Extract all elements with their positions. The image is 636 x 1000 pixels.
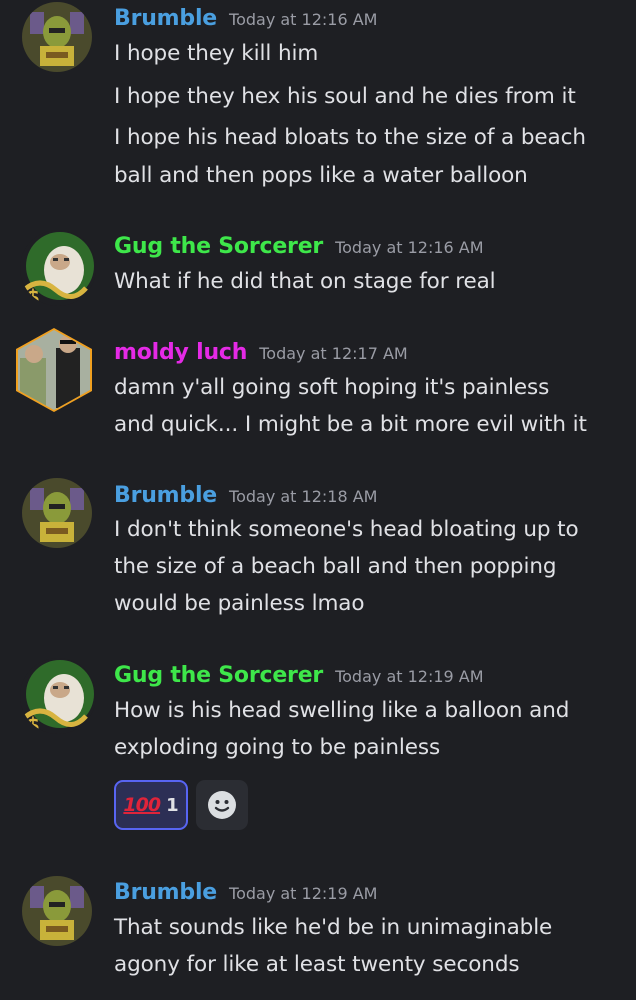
avatar-brumble[interactable]	[22, 876, 92, 946]
message-header: Gug the Sorcerer Today at 12:19 AM	[114, 663, 484, 688]
message-line: I hope they kill him	[114, 41, 319, 66]
message-header: Gug the Sorcerer Today at 12:16 AM	[114, 234, 484, 259]
hundred-points-emoji-icon: 100	[123, 794, 161, 816]
message-line: and quick... I might be a bit more evil …	[114, 412, 587, 437]
avatar-moldy-luch[interactable]	[14, 328, 94, 412]
message-header: Brumble Today at 12:18 AM	[114, 483, 377, 508]
svg-text:$: $	[26, 285, 40, 306]
message-line: the size of a beach ball and then poppin…	[114, 554, 557, 579]
reaction-100-button[interactable]: 100 1	[114, 780, 188, 830]
message-line: How is his head swelling like a balloon …	[114, 698, 570, 723]
reaction-bar: 100 1	[114, 780, 248, 830]
message-line: damn y'all going soft hoping it's painle…	[114, 375, 550, 400]
message-line: What if he did that on stage for real	[114, 269, 496, 294]
message-line: would be painless lmao	[114, 591, 365, 616]
message-line: agony for like at least twenty seconds	[114, 952, 520, 977]
avatar-gug-the-sorcerer[interactable]: $	[20, 658, 96, 734]
avatar-gug-the-sorcerer[interactable]: $	[20, 230, 96, 306]
add-reaction-button[interactable]	[196, 780, 248, 830]
username[interactable]: Brumble	[114, 880, 217, 905]
message-line: I hope his head bloats to the size of a …	[114, 125, 586, 150]
message-line: ball and then pops like a water balloon	[114, 163, 528, 188]
timestamp[interactable]: Today at 12:19 AM	[229, 884, 377, 903]
timestamp[interactable]: Today at 12:19 AM	[335, 667, 483, 686]
message-header: Brumble Today at 12:19 AM	[114, 880, 377, 905]
avatar-brumble[interactable]	[22, 2, 92, 72]
message-header: Brumble Today at 12:16 AM	[114, 6, 377, 31]
message-header: moldy luch Today at 12:17 AM	[114, 340, 408, 365]
message-line: That sounds like he'd be in unimaginable	[114, 915, 553, 940]
timestamp[interactable]: Today at 12:16 AM	[335, 238, 483, 257]
svg-text:$: $	[26, 713, 40, 734]
add-reaction-smiley-icon	[208, 791, 236, 819]
avatar-brumble[interactable]	[22, 478, 92, 548]
timestamp[interactable]: Today at 12:16 AM	[229, 10, 377, 29]
timestamp[interactable]: Today at 12:18 AM	[229, 487, 377, 506]
message-line: I don't think someone's head bloating up…	[114, 517, 579, 542]
timestamp[interactable]: Today at 12:17 AM	[259, 344, 407, 363]
username[interactable]: Gug the Sorcerer	[114, 663, 323, 688]
username[interactable]: moldy luch	[114, 340, 247, 365]
message-line: exploding going to be painless	[114, 735, 441, 760]
username[interactable]: Brumble	[114, 6, 217, 31]
reaction-count: 1	[166, 794, 179, 816]
username[interactable]: Brumble	[114, 483, 217, 508]
username[interactable]: Gug the Sorcerer	[114, 234, 323, 259]
message-line: I hope they hex his soul and he dies fro…	[114, 84, 576, 109]
